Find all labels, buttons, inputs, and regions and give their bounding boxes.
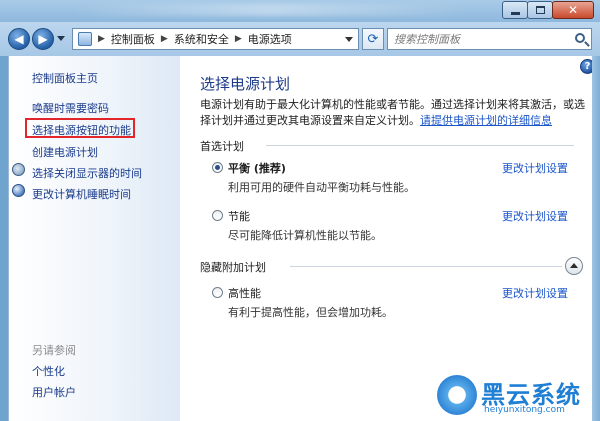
sidebar-home-link[interactable]: 控制面板主页 bbox=[32, 70, 98, 86]
preferred-plans-heading: 首选计划 bbox=[200, 140, 244, 153]
sleep-icon bbox=[12, 184, 25, 197]
sidebar: 控制面板主页 唤醒时需要密码 选择电源按钮的功能 创建电源计划 选择关闭显示器的… bbox=[8, 56, 180, 421]
plan-radio-power-saver[interactable] bbox=[212, 210, 223, 221]
section-divider bbox=[290, 266, 562, 267]
breadcrumb-separator[interactable]: ▶ bbox=[98, 34, 105, 44]
back-button[interactable]: ◀ bbox=[8, 28, 30, 50]
window-frame-right bbox=[592, 56, 600, 421]
maximize-icon bbox=[535, 6, 545, 14]
plan-description: 有利于提高性能，但会增加功耗。 bbox=[228, 306, 393, 319]
recent-pages-dropdown[interactable] bbox=[57, 36, 65, 41]
plan-name[interactable]: 高性能 bbox=[228, 285, 261, 301]
chevron-up-icon bbox=[570, 263, 578, 268]
forward-button[interactable]: ▶ bbox=[32, 28, 54, 50]
close-icon: ✕ bbox=[567, 3, 579, 17]
address-bar[interactable]: ▶ 控制面板 ▶ 系统和安全 ▶ 电源选项 bbox=[72, 28, 359, 50]
sidebar-link-display-off[interactable]: 选择关闭显示器的时间 bbox=[32, 165, 142, 181]
breadcrumb-system-security[interactable]: 系统和安全 bbox=[174, 31, 229, 47]
refresh-button[interactable]: ⟳ bbox=[362, 28, 384, 50]
refresh-icon: ⟳ bbox=[367, 31, 379, 47]
plan-details-link[interactable]: 请提供电源计划的详细信息 bbox=[420, 114, 552, 127]
plan-description: 利用可用的硬件自动平衡功耗与性能。 bbox=[228, 181, 415, 194]
page-description: 电源计划有助于最大化计算机的性能或者节能。通过选择计划来将其激活，或选择计划并通… bbox=[200, 97, 585, 129]
section-divider bbox=[266, 145, 574, 146]
sidebar-link-wake-password[interactable]: 唤醒时需要密码 bbox=[32, 100, 109, 116]
breadcrumb-power-options[interactable]: 电源选项 bbox=[248, 31, 292, 47]
maximize-button[interactable] bbox=[527, 1, 553, 19]
close-button[interactable]: ✕ bbox=[552, 1, 594, 19]
breadcrumb-separator[interactable]: ▶ bbox=[161, 34, 168, 44]
watermark-url: heiyunxitong.com bbox=[484, 405, 565, 415]
search-box[interactable] bbox=[387, 28, 592, 50]
change-plan-settings-link[interactable]: 更改计划设置 bbox=[502, 208, 568, 224]
sidebar-link-create-plan[interactable]: 创建电源计划 bbox=[32, 144, 98, 160]
minimize-button[interactable] bbox=[502, 1, 528, 19]
navigation-bar: ◀ ▶ ▶ 控制面板 ▶ 系统和安全 ▶ 电源选项 ⟳ bbox=[0, 22, 600, 56]
change-plan-settings-link[interactable]: 更改计划设置 bbox=[502, 160, 568, 176]
display-icon bbox=[12, 163, 25, 176]
plan-name[interactable]: 节能 bbox=[228, 208, 250, 224]
plan-radio-high-performance[interactable] bbox=[212, 287, 223, 298]
page-title: 选择电源计划 bbox=[200, 75, 291, 93]
watermark-logo-icon bbox=[437, 375, 477, 415]
minimize-icon bbox=[510, 11, 520, 15]
plan-description: 尽可能降低计算机性能以节能。 bbox=[228, 229, 382, 242]
hidden-plans-heading: 隐藏附加计划 bbox=[200, 261, 266, 274]
change-plan-settings-link[interactable]: 更改计划设置 bbox=[502, 285, 568, 301]
address-dropdown-icon[interactable] bbox=[345, 37, 353, 42]
plan-radio-balanced[interactable] bbox=[212, 162, 223, 173]
arrow-right-icon: ▶ bbox=[38, 32, 48, 46]
plan-name[interactable]: 平衡 (推荐) bbox=[228, 160, 286, 176]
control-panel-icon bbox=[78, 32, 92, 46]
red-highlight-box bbox=[25, 118, 135, 138]
search-icon[interactable] bbox=[575, 33, 585, 43]
see-also-personalization[interactable]: 个性化 bbox=[32, 363, 65, 379]
breadcrumb-separator[interactable]: ▶ bbox=[235, 34, 242, 44]
window-controls: ✕ bbox=[502, 1, 594, 19]
sidebar-link-sleep-time[interactable]: 更改计算机睡眠时间 bbox=[32, 186, 131, 202]
title-glass-blur bbox=[70, 4, 470, 16]
see-also-heading: 另请参阅 bbox=[32, 344, 76, 357]
breadcrumb-control-panel[interactable]: 控制面板 bbox=[111, 31, 155, 47]
see-also-user-accounts[interactable]: 用户帐户 bbox=[32, 384, 76, 400]
search-input[interactable] bbox=[394, 32, 574, 46]
title-bar: ✕ bbox=[0, 0, 600, 22]
collapse-hidden-plans-button[interactable] bbox=[565, 257, 583, 275]
arrow-left-icon: ◀ bbox=[14, 32, 24, 46]
main-content: ? 选择电源计划 电源计划有助于最大化计算机的性能或者节能。通过选择计划来将其激… bbox=[180, 56, 595, 421]
